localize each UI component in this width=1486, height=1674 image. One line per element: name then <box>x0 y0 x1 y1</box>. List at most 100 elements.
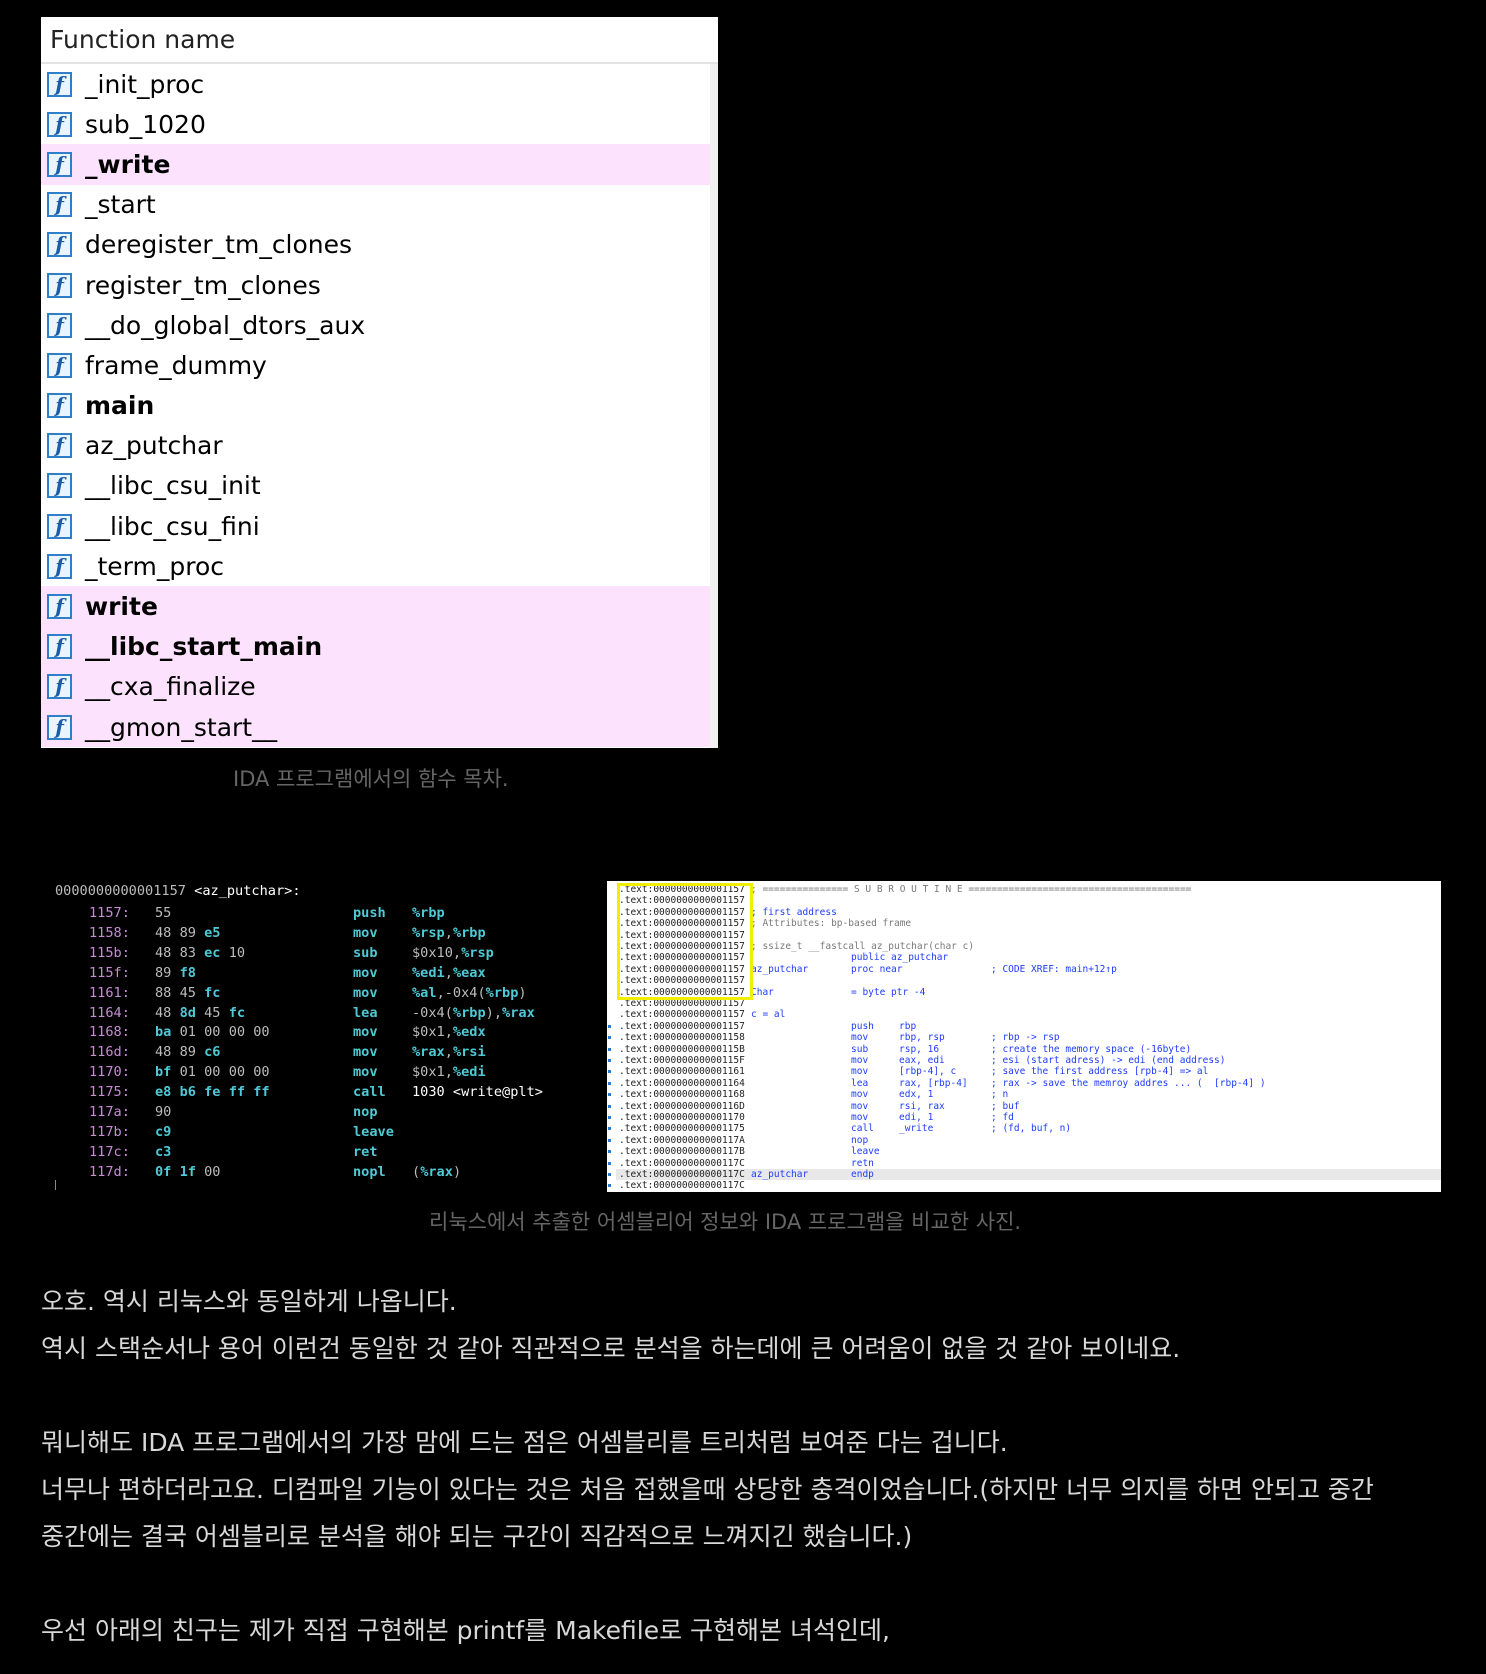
function-name: write <box>85 592 158 622</box>
ida-line[interactable]: .text:0000000000001170 mov edi, 1 ; fd <box>616 1112 1441 1123</box>
ida-line[interactable]: .text:000000000000115F mov eax, edi ; esi (… <box>616 1055 1441 1066</box>
function-name: _start <box>85 190 156 220</box>
objdump-mnemonic: leave <box>353 1123 394 1140</box>
function-row[interactable]: f _init_proc <box>41 64 710 104</box>
ida-line[interactable]: .text:0000000000001157 c = al <box>616 1009 1441 1020</box>
ida-line[interactable]: .text:000000000000117C <box>616 1180 1441 1191</box>
function-row[interactable]: f __libc_csu_fini <box>41 506 710 546</box>
breakpoint-dot[interactable] <box>608 1024 611 1028</box>
breakpoint-dot[interactable] <box>608 1161 611 1165</box>
function-name: deregister_tm_clones <box>85 230 353 260</box>
ida-line[interactable]: .text:0000000000001158 mov rbp, rsp ; rbp -… <box>616 1032 1441 1043</box>
breakpoint-dot[interactable] <box>608 1138 611 1142</box>
ida-line[interactable]: .text:000000000000117A nop <box>616 1135 1441 1146</box>
ida-address: .text:0000000000001175 <box>619 1123 745 1135</box>
objdump-operands: -0x4(%rbp),%rax <box>412 1004 535 1021</box>
ida-line[interactable]: .text:000000000000117C az_putchar endp <box>616 1169 1441 1181</box>
breakpoint-dot[interactable] <box>608 1116 611 1119</box>
ida-address: .text:000000000000117C <box>619 1157 745 1169</box>
ida-mnemonic: mov <box>851 1032 869 1044</box>
ida-line[interactable]: .text:0000000000001161 mov [rbp-4], c ; sav… <box>616 1066 1441 1077</box>
function-icon: f <box>47 513 72 539</box>
function-row[interactable]: f _term_proc <box>41 546 710 586</box>
function-row[interactable]: f write <box>41 586 710 627</box>
paragraph-6: 우선 아래의 친구는 제가 직접 구현해본 printf를 Makefile로 … <box>41 1616 890 1645</box>
function-row[interactable]: f __do_global_dtors_aux <box>41 305 710 345</box>
function-row[interactable]: f register_tm_clones <box>41 265 710 305</box>
ida-line[interactable]: .text:000000000000115B sub rsp, 16 ; create… <box>616 1044 1441 1055</box>
ida-line[interactable]: .text:000000000000117B leave <box>616 1146 1441 1157</box>
function-row[interactable]: f _start <box>41 185 710 225</box>
function-name-header[interactable]: Function name <box>41 17 718 64</box>
breakpoint-dot[interactable] <box>608 1184 611 1188</box>
function-name: __libc_start_main <box>85 632 323 662</box>
breakpoint-dot[interactable] <box>608 1081 611 1085</box>
objdump-bytes: 90 <box>155 1104 172 1120</box>
ida-operands: edi, 1 <box>899 1112 934 1123</box>
ida-operands: [rbp-4], c <box>899 1066 957 1078</box>
breakpoint-dot[interactable] <box>608 1093 611 1097</box>
function-icon: f <box>47 352 72 378</box>
ida-label: az_putchar <box>751 1169 809 1180</box>
objdump-mnemonic: mov <box>353 964 378 981</box>
ida-line[interactable]: .text:000000000000117C retn <box>616 1158 1441 1169</box>
ida-line[interactable]: .text:0000000000001175 call _write ; (fd, b… <box>616 1123 1441 1134</box>
ida-mnemonic: proc near <box>851 963 903 975</box>
function-row[interactable]: f frame_dummy <box>41 345 710 385</box>
ida-line[interactable]: .text:000000000000116D mov rsi, rax ; buf <box>616 1101 1441 1112</box>
function-row[interactable]: f sub_1020 <box>41 104 710 144</box>
function-row[interactable]: f __cxa_finalize <box>41 666 710 707</box>
function-icon: f <box>47 714 72 740</box>
breakpoint-dot[interactable] <box>608 1036 611 1040</box>
breakpoint-dot[interactable] <box>608 1070 611 1074</box>
function-icon: f <box>47 473 72 499</box>
ida-mnemonic: = byte ptr -4 <box>851 986 926 998</box>
function-row[interactable]: f main <box>41 386 710 426</box>
function-row[interactable]: f deregister_tm_clones <box>41 225 710 265</box>
ida-address: .text:0000000000001161 <box>619 1066 745 1078</box>
breakpoint-dot[interactable] <box>608 1173 611 1176</box>
objdump-address: 1175: <box>89 1084 130 1101</box>
ida-line[interactable]: .text:0000000000001157 push rbp <box>616 1021 1441 1032</box>
function-row[interactable]: f az_putchar <box>41 426 710 466</box>
ida-address: .text:0000000000001170 <box>619 1112 745 1123</box>
objdump-address: 1158: <box>89 924 130 941</box>
objdump-address: 117c: <box>89 1143 130 1160</box>
breakpoint-dot[interactable] <box>608 1047 611 1051</box>
ida-mnemonic: push <box>851 1020 874 1032</box>
objdump-mnemonic: mov <box>353 924 378 941</box>
breakpoint-dot[interactable] <box>608 1150 611 1154</box>
ida-mnemonic: mov <box>851 1112 869 1123</box>
objdump-mnemonic: ret <box>353 1143 378 1160</box>
ida-comment: ; fd <box>991 1112 1014 1123</box>
function-row[interactable]: f _write <box>41 144 710 185</box>
objdump-mnemonic: mov <box>353 1044 378 1061</box>
function-icon: f <box>47 111 72 137</box>
scrollbar[interactable] <box>710 64 718 748</box>
function-icon: f <box>47 674 72 700</box>
objdump-operands: $0x10,%rsp <box>412 944 494 961</box>
breakpoint-dot[interactable] <box>608 1059 611 1062</box>
breakpoint-dot[interactable] <box>608 1104 611 1108</box>
breakpoint-dot[interactable] <box>608 1127 611 1131</box>
ida-operands: eax, edi <box>899 1055 945 1066</box>
ida-mnemonic: mov <box>851 1055 869 1066</box>
function-row[interactable]: f __libc_start_main <box>41 626 710 667</box>
function-icon: f <box>47 433 72 459</box>
objdump-bytes: 55 <box>155 905 172 921</box>
ida-address: .text:000000000000117B <box>619 1146 745 1158</box>
ida-address: .text:000000000000117C <box>619 1180 745 1192</box>
ida-comment: ; CODE XREF: main+12↑p <box>991 963 1117 975</box>
objdump-bytes: 48 8d 45 fc <box>155 1004 246 1021</box>
ida-line[interactable]: .text:0000000000001164 lea rax, [rbp-4] ; r… <box>616 1078 1441 1089</box>
function-row[interactable]: f __gmon_start__ <box>41 707 710 748</box>
address-highlight-box <box>617 883 753 1000</box>
ida-line[interactable]: .text:0000000000001168 mov edx, 1 ; n <box>616 1089 1441 1100</box>
ida-comment: ; rax -> save the memroy addres ... ( [r… <box>991 1077 1266 1089</box>
ida-address: .text:000000000000115F <box>619 1055 745 1066</box>
objdump-operands: %rax,%rsi <box>412 1044 486 1061</box>
objdump-address: 1161: <box>89 984 130 1001</box>
function-name: az_putchar <box>85 431 223 461</box>
caption-ida-list: IDA 프로그램에서의 함수 목차. <box>233 767 509 791</box>
function-row[interactable]: f __libc_csu_init <box>41 466 710 506</box>
